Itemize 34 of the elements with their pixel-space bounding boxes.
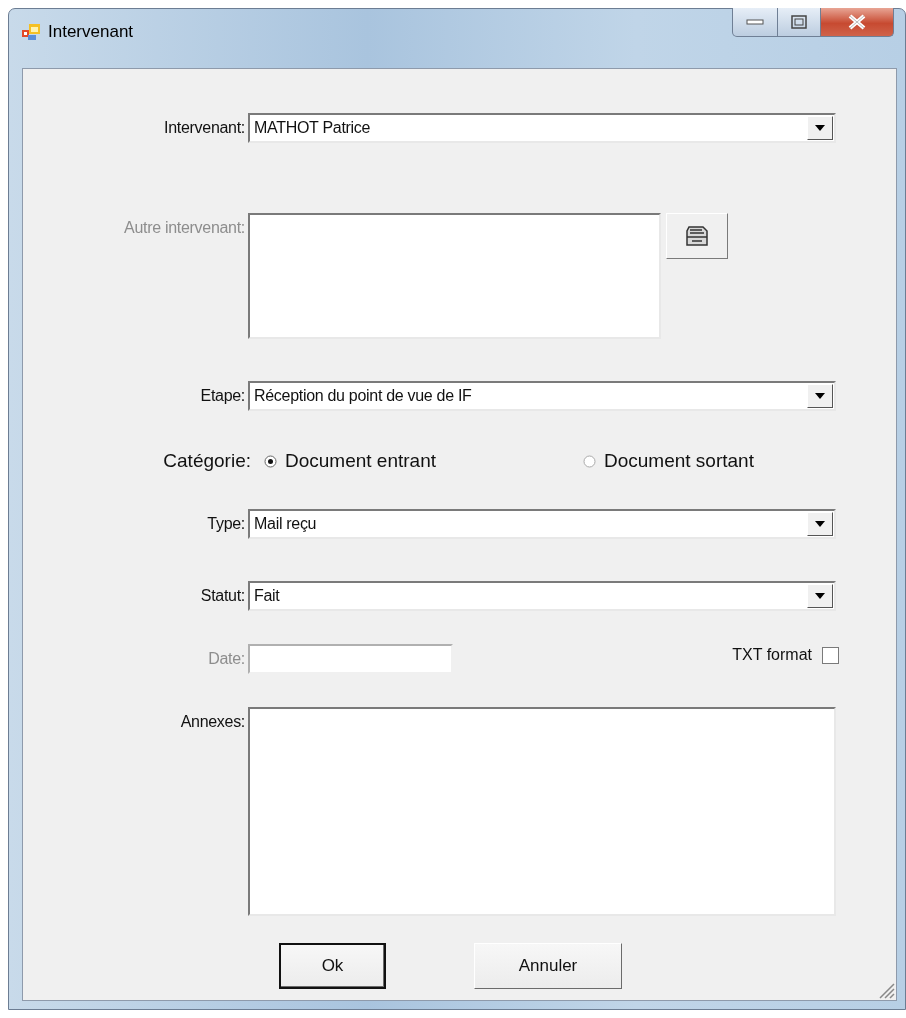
field-label: Catégorie: <box>162 449 251 472</box>
dropdown-field[interactable]: MATHOT Patrice <box>248 113 836 143</box>
dropdown-field[interactable]: Mail reçu <box>248 509 836 539</box>
close-icon <box>847 14 867 30</box>
field-label: Autre intervenant: <box>123 218 245 237</box>
checkbox-label: TXT format <box>732 646 812 664</box>
dropdown-arrow-icon <box>815 593 825 599</box>
maximize-icon <box>791 15 807 29</box>
dialog-button[interactable]: Annuler <box>474 943 622 989</box>
radio-circle-icon[interactable] <box>264 454 277 468</box>
window-title: Intervenant <box>48 22 134 42</box>
dropdown-field[interactable]: Fait <box>248 581 836 611</box>
date-field[interactable] <box>248 644 453 674</box>
minimize-button[interactable] <box>732 8 778 37</box>
maximize-button[interactable] <box>778 8 821 37</box>
minimize-icon <box>746 19 764 25</box>
field-label: Annexes: <box>179 712 245 731</box>
dropdown-arrow-icon <box>815 521 825 527</box>
app-icon <box>22 24 40 40</box>
file-cabinet-icon <box>684 224 710 248</box>
radio-circle-icon[interactable] <box>583 454 596 468</box>
radio-button[interactable]: Document sortant <box>583 447 754 472</box>
dropdown-arrow-icon <box>815 393 825 399</box>
radio-button[interactable]: Document entrant <box>264 447 583 472</box>
dropdown-arrow-icon <box>815 125 825 131</box>
text-area[interactable] <box>248 213 661 339</box>
field-label: Etape: <box>199 386 245 405</box>
field-label: Statut: <box>199 586 245 605</box>
dialog-button[interactable]: Ok <box>279 943 386 989</box>
field-label: Intervenant: <box>163 118 245 137</box>
field-label: Date: <box>207 649 245 668</box>
close-button[interactable] <box>821 8 894 37</box>
dropdown-field[interactable]: Réception du point de vue de IF <box>248 381 836 411</box>
field-label: Type: <box>206 514 245 533</box>
